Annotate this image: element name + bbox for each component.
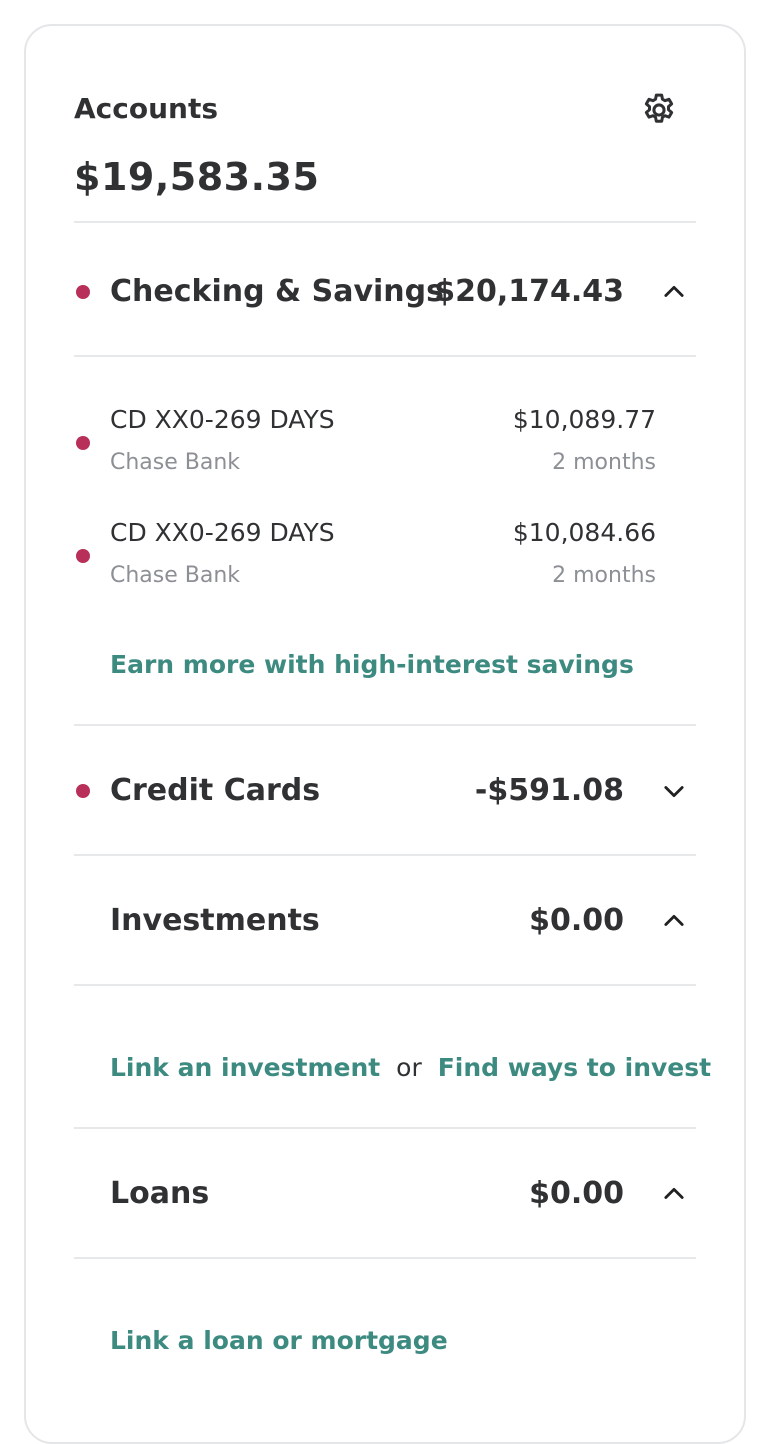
status-dot	[76, 549, 90, 563]
chevron-up-icon[interactable]	[660, 1180, 688, 1208]
section-amount: $0.00	[529, 1176, 624, 1211]
account-balance: $10,089.77	[512, 405, 656, 434]
section-name: Investments	[110, 903, 320, 938]
high-interest-savings-link[interactable]: Earn more with high-interest savings	[110, 650, 634, 679]
section-amount: -$591.08	[474, 773, 624, 808]
loan-links: Link a loan or mortgage	[110, 1326, 448, 1355]
section-investments[interactable]: Investments $0.00	[74, 885, 696, 957]
chevron-up-icon[interactable]	[660, 278, 688, 306]
account-institution: Chase Bank	[110, 563, 241, 588]
accounts-title: Accounts	[74, 92, 219, 125]
section-name: Credit Cards	[110, 773, 321, 808]
account-institution: Chase Bank	[110, 450, 241, 475]
separator-text: or	[396, 1053, 422, 1082]
chevron-down-icon[interactable]	[660, 777, 688, 805]
account-row[interactable]: CD XX0-269 DAYS Chase Bank $10,089.77 2 …	[74, 405, 656, 485]
account-updated: 2 months	[552, 450, 656, 475]
section-name: Loans	[110, 1176, 210, 1211]
account-name: CD XX0-269 DAYS	[110, 518, 335, 547]
gear-icon[interactable]	[640, 91, 678, 129]
section-amount: $0.00	[529, 903, 624, 938]
divider	[74, 355, 696, 357]
account-row[interactable]: CD XX0-269 DAYS Chase Bank $10,084.66 2 …	[74, 518, 656, 598]
status-dot	[76, 784, 90, 798]
divider	[74, 1127, 696, 1129]
accounts-total: $19,583.35	[74, 155, 320, 199]
section-credit-cards[interactable]: Credit Cards -$591.08	[74, 755, 696, 827]
divider	[74, 984, 696, 986]
account-name: CD XX0-269 DAYS	[110, 405, 335, 434]
divider	[74, 221, 696, 223]
link-loan-link[interactable]: Link a loan or mortgage	[110, 1326, 448, 1355]
savings-promo: Earn more with high-interest savings	[110, 650, 634, 679]
accounts-card	[24, 24, 746, 1444]
account-updated: 2 months	[552, 563, 656, 588]
section-checking-savings[interactable]: Checking & Savings $20,174.43	[74, 256, 696, 328]
chevron-up-icon[interactable]	[660, 907, 688, 935]
section-amount: $20,174.43	[434, 274, 624, 309]
account-balance: $10,084.66	[512, 518, 656, 547]
divider	[74, 854, 696, 856]
link-investment-link[interactable]: Link an investment	[110, 1053, 380, 1082]
find-ways-to-invest-link[interactable]: Find ways to invest	[438, 1053, 711, 1082]
divider	[74, 1257, 696, 1259]
section-name: Checking & Savings	[110, 274, 444, 309]
divider	[74, 724, 696, 726]
section-loans[interactable]: Loans $0.00	[74, 1158, 696, 1230]
status-dot	[76, 285, 90, 299]
investment-links: Link an investment or Find ways to inves…	[110, 1053, 711, 1082]
status-dot	[76, 436, 90, 450]
